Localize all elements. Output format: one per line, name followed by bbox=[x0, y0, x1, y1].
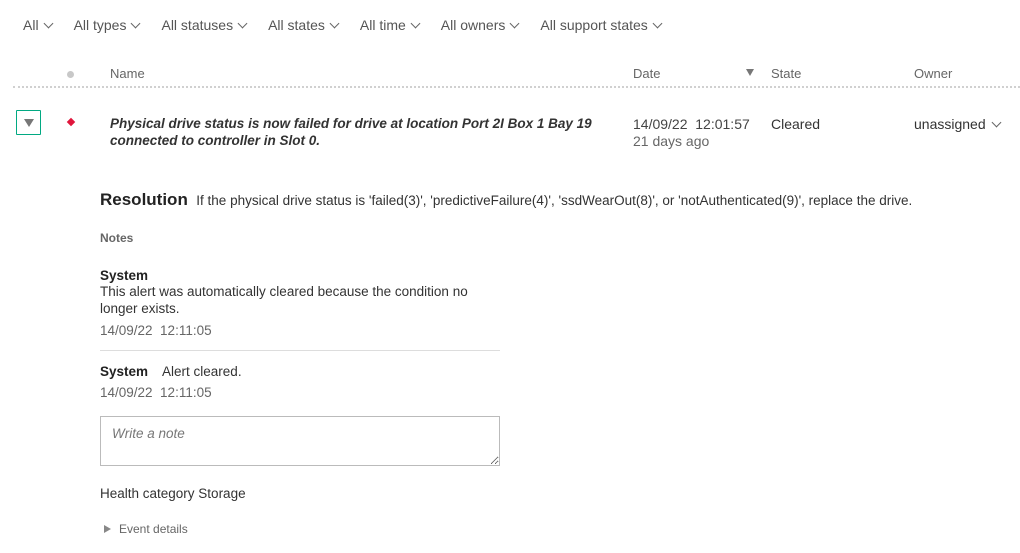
table-header: Name Date State Owner bbox=[13, 62, 1020, 88]
owner-dropdown[interactable]: unassigned bbox=[914, 116, 1002, 132]
write-note-input[interactable] bbox=[100, 416, 500, 466]
note-text: Alert cleared. bbox=[162, 364, 242, 379]
note-author: System bbox=[100, 364, 149, 379]
alert-date-cell: 14/09/22 12:01:57 21 days ago bbox=[633, 116, 750, 150]
chevron-down-icon bbox=[237, 18, 248, 28]
filter-all[interactable]: All bbox=[23, 17, 54, 33]
resolution-section: Resolution If the physical drive status … bbox=[100, 190, 912, 210]
severity-column-icon[interactable] bbox=[67, 71, 74, 78]
filter-support-states[interactable]: All support states bbox=[540, 17, 663, 33]
note-item: System Alert cleared. 14/09/22 12:11:05 bbox=[100, 363, 500, 400]
chevron-down-icon bbox=[43, 18, 54, 28]
chevron-down-icon bbox=[410, 18, 421, 28]
filter-label: All states bbox=[268, 17, 325, 33]
filter-label: All types bbox=[73, 17, 127, 33]
chevron-down-icon bbox=[991, 117, 1002, 127]
event-details-label: Event details bbox=[119, 522, 188, 536]
filter-label: All support states bbox=[540, 17, 648, 33]
filter-bar: All All types All statuses All states Al… bbox=[23, 15, 683, 35]
critical-severity-icon bbox=[66, 117, 76, 127]
filter-label: All time bbox=[359, 17, 406, 33]
note-divider bbox=[100, 350, 500, 351]
filter-types[interactable]: All types bbox=[73, 17, 141, 33]
alert-timestamp: 14/09/22 12:01:57 bbox=[633, 116, 750, 132]
alert-state: Cleared bbox=[771, 116, 821, 132]
filter-label: All bbox=[23, 17, 39, 33]
event-details-toggle[interactable]: Event details bbox=[104, 522, 188, 536]
chevron-down-icon bbox=[131, 18, 141, 28]
resolution-label: Resolution bbox=[100, 190, 188, 209]
column-header-name[interactable]: Name bbox=[110, 66, 145, 81]
owner-value: unassigned bbox=[914, 116, 986, 132]
resolution-text: If the physical drive status is 'failed(… bbox=[196, 193, 913, 208]
chevron-down-icon bbox=[652, 18, 663, 28]
alert-detail-page: All All types All statuses All states Al… bbox=[0, 0, 1020, 553]
filter-owners[interactable]: All owners bbox=[440, 17, 520, 33]
chevron-down-icon bbox=[329, 18, 340, 28]
filter-states[interactable]: All states bbox=[268, 17, 340, 33]
note-text: This alert was automatically cleared bec… bbox=[100, 284, 468, 316]
note-timestamp: 14/09/22 12:11:05 bbox=[100, 385, 212, 400]
column-header-state[interactable]: State bbox=[771, 66, 801, 81]
note-timestamp: 14/09/22 12:11:05 bbox=[100, 323, 212, 338]
collapse-row-button[interactable] bbox=[16, 110, 41, 135]
column-header-owner[interactable]: Owner bbox=[914, 66, 952, 81]
chevron-down-icon bbox=[509, 18, 520, 28]
note-author: System bbox=[100, 268, 149, 283]
alert-relative-time: 21 days ago bbox=[633, 133, 710, 149]
filter-time[interactable]: All time bbox=[359, 17, 421, 33]
health-category: Health category Storage bbox=[100, 486, 246, 501]
alert-name: Physical drive status is now failed for … bbox=[110, 116, 592, 148]
note-item: System This alert was automatically clea… bbox=[100, 268, 500, 338]
filter-label: All statuses bbox=[161, 17, 234, 33]
filter-label: All owners bbox=[440, 17, 506, 33]
column-header-date[interactable]: Date bbox=[633, 66, 660, 81]
caret-right-icon bbox=[104, 525, 111, 533]
filter-statuses[interactable]: All statuses bbox=[161, 17, 248, 33]
notes-heading: Notes bbox=[100, 231, 134, 245]
caret-down-icon bbox=[24, 119, 34, 127]
sort-descending-icon[interactable] bbox=[746, 69, 754, 76]
